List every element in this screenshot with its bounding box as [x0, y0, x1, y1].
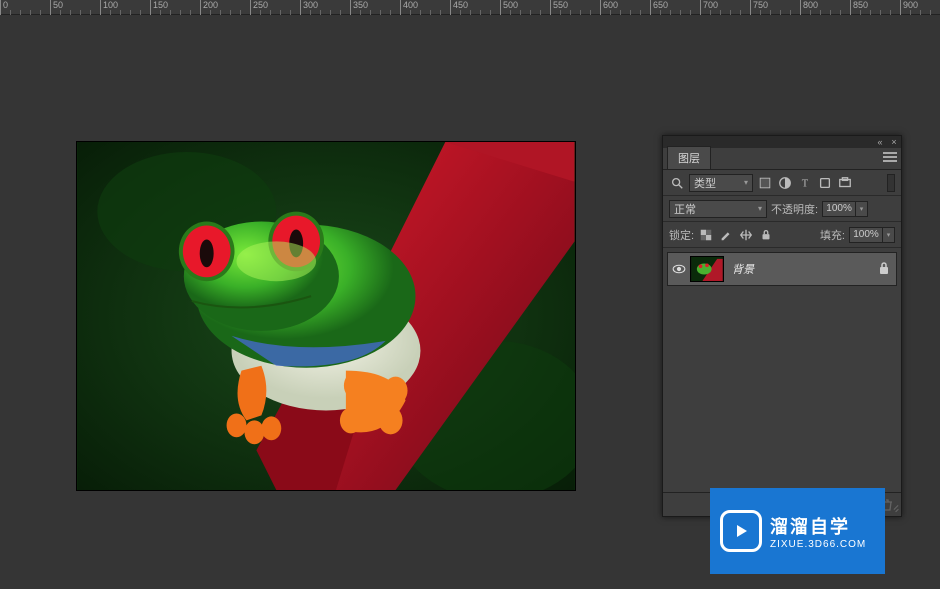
filter-shape-icon[interactable]: [817, 175, 833, 191]
fill-label: 填充:: [820, 227, 845, 243]
opacity-field[interactable]: ▾: [822, 201, 868, 217]
panel-collapse-button[interactable]: «: [875, 138, 885, 146]
visibility-eye-icon[interactable]: [672, 264, 686, 274]
filter-toggle[interactable]: [887, 174, 895, 192]
watermark-subtitle: ZIXUE.3D66.COM: [770, 539, 866, 550]
layers-panel: « × 图层 类型 ▾ T 正常 ▾ 不透明度: ▾ 锁定:: [662, 135, 902, 517]
panel-close-button[interactable]: ×: [889, 138, 899, 146]
tab-layers[interactable]: 图层: [667, 146, 711, 169]
canvas-image: [77, 142, 575, 490]
search-icon: [669, 175, 685, 191]
layer-name-label: 背景: [732, 261, 754, 277]
watermark-title: 溜溜自学: [770, 513, 866, 539]
panel-tabs: 图层: [663, 148, 901, 170]
layer-thumbnail[interactable]: [690, 256, 724, 282]
watermark-badge: 溜溜自学 ZIXUE.3D66.COM: [710, 488, 885, 574]
lock-fill-row: 锁定: 填充: ▾: [663, 222, 901, 248]
layer-filter-row: 类型 ▾ T: [663, 170, 901, 196]
document-canvas[interactable]: [76, 141, 576, 491]
layer-item-background[interactable]: 背景: [667, 252, 897, 286]
filter-adjustment-icon[interactable]: [777, 175, 793, 191]
opacity-stepper[interactable]: ▾: [856, 201, 868, 217]
opacity-label: 不透明度:: [771, 201, 818, 217]
fill-input[interactable]: [849, 227, 883, 243]
filter-pixel-icon[interactable]: [757, 175, 773, 191]
blend-mode-value: 正常: [674, 201, 696, 217]
opacity-input[interactable]: [822, 201, 856, 217]
svg-text:T: T: [802, 178, 809, 189]
blend-mode-select[interactable]: 正常 ▾: [669, 200, 767, 218]
lock-label: 锁定:: [669, 227, 694, 243]
fill-stepper[interactable]: ▾: [883, 227, 895, 243]
layer-list: 背景: [663, 248, 901, 492]
chevron-down-icon: ▾: [758, 204, 762, 213]
filter-kind-label: 类型: [694, 175, 716, 191]
watermark-logo-icon: [720, 510, 762, 552]
filter-kind-select[interactable]: 类型 ▾: [689, 174, 753, 192]
filter-smart-icon[interactable]: [837, 175, 853, 191]
lock-all-icon[interactable]: [758, 227, 774, 243]
blend-opacity-row: 正常 ▾ 不透明度: ▾: [663, 196, 901, 222]
panel-menu-button[interactable]: [883, 152, 897, 164]
ruler-horizontal: 0501001502002503003504004505005506006507…: [0, 0, 940, 15]
chevron-down-icon: ▾: [744, 178, 748, 187]
lock-transparency-icon[interactable]: [698, 227, 714, 243]
lock-position-icon[interactable]: [738, 227, 754, 243]
panel-resize-handle[interactable]: [889, 504, 899, 514]
layer-lock-icon: [878, 261, 890, 278]
fill-field[interactable]: ▾: [849, 227, 895, 243]
lock-paint-icon[interactable]: [718, 227, 734, 243]
filter-text-icon[interactable]: T: [797, 175, 813, 191]
